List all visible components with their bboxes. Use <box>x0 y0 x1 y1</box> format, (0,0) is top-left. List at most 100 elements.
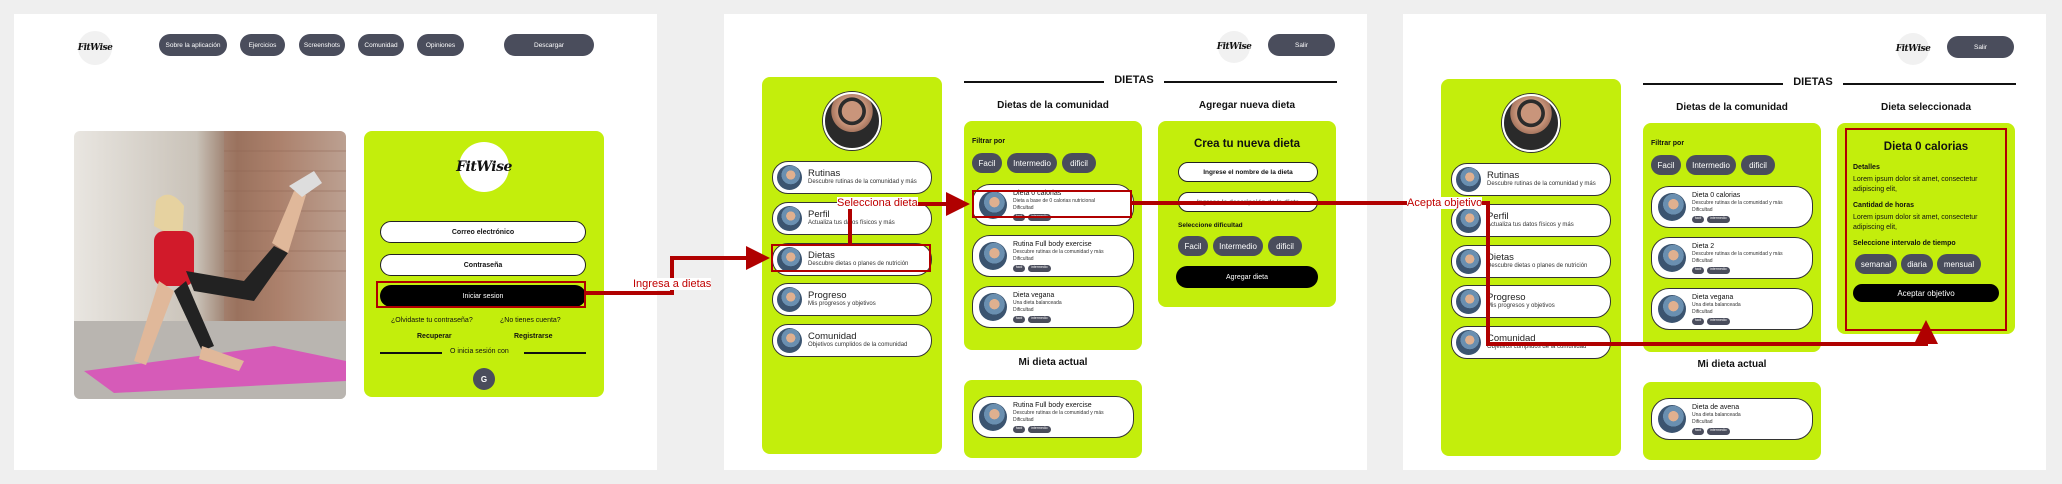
diet-thumb-icon <box>979 293 1007 321</box>
sidebar-item-comunidad[interactable]: Comunidad Objetivos cumplidos de la comun… <box>772 324 932 357</box>
diet-card[interactable]: Dieta 2 Descubre rutinas de la comunidad … <box>1651 237 1813 279</box>
details-text-line-2: adipiscing elit, <box>1853 186 1897 193</box>
rutinas-thumb-icon <box>777 165 802 190</box>
nav-screenshots-button[interactable]: Screenshots <box>299 34 345 56</box>
dietas-thumb-icon <box>1456 249 1481 274</box>
filter-easy[interactable]: Facil <box>972 153 1002 173</box>
my-diet-card[interactable]: Rutina Full body exercise Descubre rutina… <box>972 396 1134 438</box>
new-diet-heading: Crea tu nueva dieta <box>1193 138 1301 150</box>
profile-avatar[interactable] <box>1502 94 1560 152</box>
login-logo: FitWise <box>456 142 512 192</box>
sidebar-item-rutinas[interactable]: Rutinas Descubre rutinas de la comunidad … <box>1451 163 1611 196</box>
diet-card[interactable]: Dieta 0 calorias Descubre rutinas de la c… <box>1651 186 1813 228</box>
diet-thumb-icon <box>1658 244 1686 272</box>
app-logo[interactable]: FitWise <box>1217 31 1252 63</box>
no-account-text: ¿No tienes cuenta? <box>500 317 561 324</box>
filter-label: Filtrar por <box>1651 140 1685 147</box>
diet-thumb-icon <box>979 403 1007 431</box>
download-button[interactable]: Descargar <box>504 34 594 56</box>
dietas-highlight <box>771 244 931 272</box>
filter-hard[interactable]: dificil <box>1741 155 1775 175</box>
nav-community-button[interactable]: Comunidad <box>358 34 404 56</box>
sidebar-item-comunidad[interactable]: Comunidad Objetivos cumplidos de la comun… <box>1451 326 1611 359</box>
fitwise-logo[interactable]: FitWise <box>78 31 113 65</box>
filter-intermediate[interactable]: Intermedio <box>1686 155 1736 175</box>
diet-card[interactable]: Dieta vegana Una dieta balanceada Dificult… <box>972 286 1134 328</box>
login-highlight <box>376 281 586 308</box>
title-rule-left <box>964 81 1104 83</box>
difficulty-intermediate[interactable]: Intermedio <box>1213 236 1263 256</box>
hero-photo <box>74 131 346 399</box>
sidebar-item-dietas[interactable]: Dietas Descubre dietas o planes de nutric… <box>1451 245 1611 278</box>
hours-text-line-1: Lorem ipsum dolor sit amet, consectetur <box>1853 214 1978 221</box>
forgot-password-text: ¿Olvidaste tu contraseña? <box>391 317 473 324</box>
register-link[interactable]: Registrarse <box>514 333 553 340</box>
annotation-to-diets: Ingresa a dietas <box>633 278 712 290</box>
interval-monthly[interactable]: mensual <box>1937 254 1981 274</box>
app-logo[interactable]: FitWise <box>1896 33 1931 65</box>
new-diet-title: Agregar nueva dieta <box>1198 100 1296 111</box>
diet-card-highlight <box>972 190 1132 218</box>
interval-weekly[interactable]: semanal <box>1855 254 1897 274</box>
profile-avatar[interactable] <box>823 92 881 150</box>
details-label: Detalles <box>1853 164 1880 171</box>
add-diet-button[interactable]: Agregar dieta <box>1176 266 1318 288</box>
diets-screen: FitWise Salir Rutinas Descubre rutinas de… <box>724 14 1367 470</box>
filter-label: Filtrar por <box>972 138 1006 145</box>
diet-thumb-icon <box>1658 295 1686 323</box>
diet-card[interactable]: Rutina Full body exercise Descubre rutina… <box>972 235 1134 277</box>
nav-opinions-button[interactable]: Opiniones <box>417 34 464 56</box>
logout-button[interactable]: Salir <box>1947 36 2014 58</box>
comunidad-thumb-icon <box>1456 330 1481 355</box>
diet-thumb-icon <box>1658 193 1686 221</box>
comunidad-thumb-icon <box>777 328 802 353</box>
perfil-thumb-icon <box>777 206 802 231</box>
diet-name-field[interactable]: Ingrese el nombre de la dieta <box>1178 162 1318 182</box>
diet-thumb-icon <box>1658 405 1686 433</box>
my-diet-title: Mi dieta actual <box>1697 359 1767 370</box>
perfil-thumb-icon <box>1456 208 1481 233</box>
selected-diet-title: Dieta seleccionada <box>1880 102 1972 113</box>
sidebar-item-progreso[interactable]: Progreso Mis progresos y objetivos <box>772 283 932 316</box>
title-rule-right <box>1164 81 1337 83</box>
diet-description-field[interactable]: Ingrese la descripción de la dieta <box>1178 192 1318 212</box>
community-title: Dietas de la comunidad <box>997 100 1109 111</box>
filter-easy[interactable]: Facil <box>1651 155 1681 175</box>
interval-daily[interactable]: diaria <box>1901 254 1933 274</box>
difficulty-hard[interactable]: dificil <box>1268 236 1302 256</box>
rutinas-thumb-icon <box>1456 167 1481 192</box>
hours-label: Cantidad de horas <box>1853 202 1915 209</box>
annotation-accept-goal: Acepta objetivo <box>1407 197 1483 209</box>
title-rule-left <box>1643 83 1783 85</box>
section-title: DIETAS <box>1114 74 1154 86</box>
divider-right <box>524 352 586 354</box>
google-login-button[interactable]: G <box>473 368 495 390</box>
nav-about-button[interactable]: Sobre la aplicación <box>159 34 227 56</box>
progreso-thumb-icon <box>777 287 802 312</box>
difficulty-easy[interactable]: Facil <box>1178 236 1208 256</box>
recover-link[interactable]: Recuperar <box>417 333 452 340</box>
sidebar-item-rutinas[interactable]: Rutinas Descubre rutinas de la comunidad … <box>772 161 932 194</box>
filter-intermediate[interactable]: Intermedio <box>1007 153 1057 173</box>
password-field[interactable]: Contraseña <box>380 254 586 276</box>
filter-hard[interactable]: dificil <box>1062 153 1096 173</box>
title-rule-right <box>1843 83 2016 85</box>
nav-exercises-button[interactable]: Ejercicios <box>240 34 285 56</box>
hours-text-line-2: adipiscing elit, <box>1853 224 1897 231</box>
difficulty-label: Seleccione dificultad <box>1178 222 1243 229</box>
details-text-line-1: Lorem ipsum dolor sit amet, consectetur <box>1853 176 1978 183</box>
sidebar-item-progreso[interactable]: Progreso Mis progresos y objetivos <box>1451 285 1611 318</box>
landing-screen: FitWise Sobre la aplicación Ejercicios S… <box>14 14 657 470</box>
annotation-select-diet: Selecciona dieta <box>837 197 918 209</box>
my-diet-title: Mi dieta actual <box>1018 357 1088 368</box>
section-title: DIETAS <box>1793 76 1833 88</box>
or-login-with-text: O inicia sesión con <box>450 348 509 355</box>
interval-label: Seleccione intervalo de tiempo <box>1853 240 1956 247</box>
email-field[interactable]: Correo electrónico <box>380 221 586 243</box>
selected-diet-screen: FitWise Salir Rutinas Descubre rutinas de… <box>1403 14 2046 470</box>
my-diet-card[interactable]: Dieta de avena Una dieta balanceada Dificu… <box>1651 398 1813 440</box>
diet-card[interactable]: Dieta vegana Una dieta balanceada Dificult… <box>1651 288 1813 330</box>
community-title: Dietas de la comunidad <box>1676 102 1788 113</box>
logout-button[interactable]: Salir <box>1268 34 1335 56</box>
accept-goal-button[interactable]: Aceptar objetivo <box>1853 284 1999 302</box>
